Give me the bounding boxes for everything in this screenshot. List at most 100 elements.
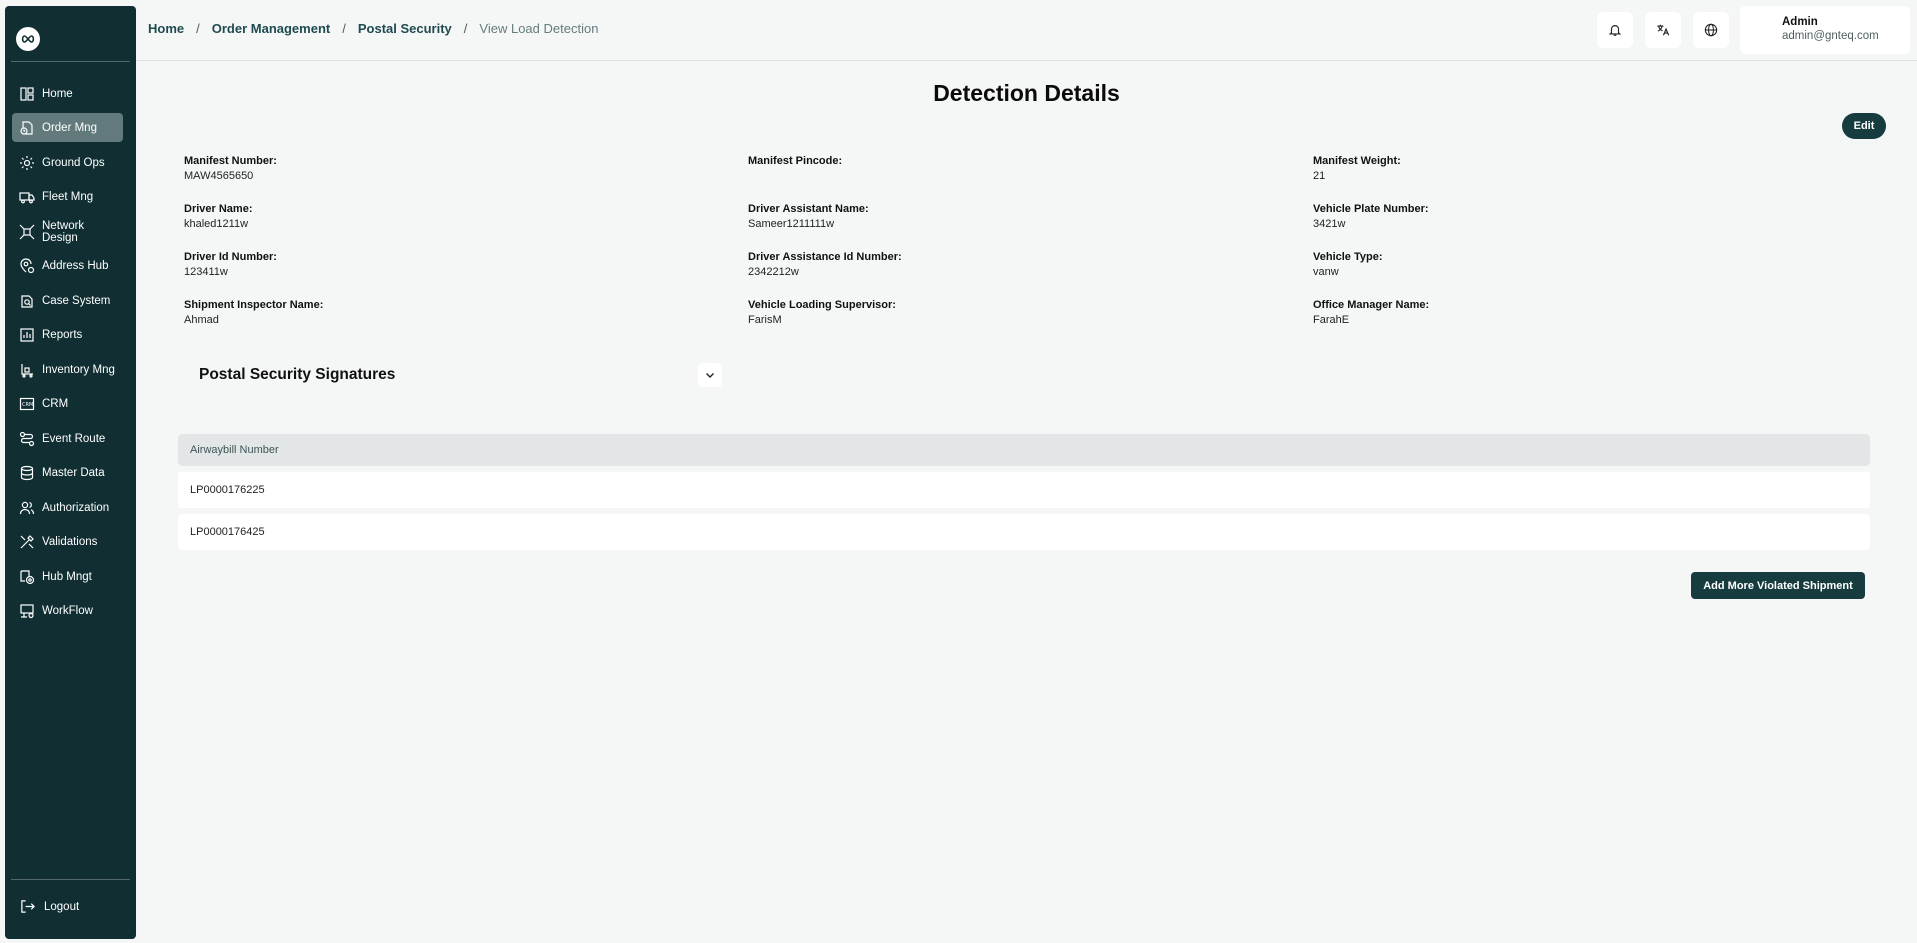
sidebar-item-ground-ops[interactable]: Ground Ops — [12, 148, 123, 177]
notifications-button[interactable] — [1597, 12, 1633, 48]
field-value: FarahE — [1313, 314, 1350, 326]
hub-icon — [19, 569, 35, 585]
field-label: Driver Assistant Name: — [748, 203, 869, 215]
field-value: vanw — [1313, 266, 1339, 278]
sidebar-item-crm[interactable]: CRM CRM — [12, 389, 123, 418]
sidebar-item-fleet-mng[interactable]: Fleet Mng — [12, 182, 123, 211]
sidebar-item-event-route[interactable]: Event Route — [12, 424, 123, 453]
field-label: Driver Name: — [184, 203, 253, 215]
translate-button[interactable] — [1645, 12, 1681, 48]
app-logo[interactable] — [16, 27, 40, 51]
sidebar-item-label: Fleet Mng — [42, 190, 94, 203]
page-title: Detection Details — [933, 80, 1120, 106]
sidebar-item-workflow[interactable]: WorkFlow — [12, 596, 123, 625]
breadcrumb-separator: / — [196, 21, 200, 36]
field-value: 21 — [1313, 170, 1326, 182]
sidebar-item-case-system[interactable]: Case System — [12, 286, 123, 315]
sidebar-item-label: Hub Mngt — [42, 570, 92, 583]
sidebar-item-label: Validations — [42, 535, 98, 548]
field-label: Shipment Inspector Name: — [184, 299, 324, 311]
sidebar-item-validations[interactable]: Validations — [12, 527, 123, 556]
sidebar-item-label: Address Hub — [42, 259, 109, 272]
logout-label: Logout — [44, 900, 80, 913]
field-driver-id-number: Driver Id Number: 123411w — [184, 250, 277, 280]
table-cell-airwaybill: LP0000176425 — [190, 526, 265, 538]
field-driver-name: Driver Name: khaled1211w — [184, 202, 252, 232]
inventory-icon — [19, 362, 35, 378]
users-icon — [19, 500, 35, 516]
table-cell-airwaybill: LP0000176225 — [190, 484, 265, 496]
home-icon — [19, 86, 35, 102]
logout-button[interactable]: Logout — [20, 899, 79, 914]
field-label: Driver Assistance Id Number: — [748, 251, 902, 263]
sidebar-item-hub-mngt[interactable]: Hub Mngt — [12, 562, 123, 591]
bell-icon — [1608, 25, 1622, 36]
field-shipment-inspector-name: Shipment Inspector Name: Ahmad — [184, 298, 323, 328]
sidebar-divider — [11, 879, 130, 880]
sidebar-item-label: Home — [42, 87, 73, 100]
sidebar-item-address-hub[interactable]: Address Hub — [12, 251, 123, 280]
sidebar-item-order-mng[interactable]: Order Mng — [12, 113, 123, 142]
crm-icon: CRM — [19, 396, 35, 412]
order-icon — [19, 120, 35, 136]
field-label: Manifest Number: — [184, 155, 277, 167]
field-manifest-weight: Manifest Weight: 21 — [1313, 154, 1401, 184]
field-value: khaled1211w — [184, 218, 249, 230]
field-label: Vehicle Type: — [1313, 251, 1383, 263]
sidebar-item-home[interactable]: Home — [12, 79, 123, 108]
breadcrumb-current: View Load Detection — [479, 21, 599, 36]
case-icon — [19, 293, 35, 309]
field-value: Ahmad — [184, 314, 219, 326]
sidebar-divider — [11, 61, 130, 62]
edit-button[interactable]: Edit — [1842, 113, 1886, 139]
breadcrumb-separator: / — [342, 21, 346, 36]
sidebar-item-label: Inventory Mng — [42, 363, 115, 376]
breadcrumb-separator: / — [463, 21, 468, 36]
field-office-manager-name: Office Manager Name: FarahE — [1313, 298, 1429, 328]
breadcrumb: Home / Order Management / Postal Securit… — [148, 21, 598, 36]
sidebar-item-label: WorkFlow — [42, 604, 93, 617]
table-row[interactable]: LP0000176425 — [178, 514, 1870, 550]
field-value: 3421w — [1313, 218, 1346, 230]
user-menu[interactable]: Admin admin@gnteq.com — [1740, 6, 1910, 54]
field-label: Vehicle Loading Supervisor: — [748, 299, 896, 311]
sidebar-item-master-data[interactable]: Master Data — [12, 458, 123, 487]
field-driver-assistance-id-number: Driver Assistance Id Number: 2342212w — [748, 250, 902, 280]
field-value: MAW4565650 — [184, 170, 254, 182]
ground-ops-icon — [19, 155, 35, 171]
sidebar-item-network-design[interactable]: Network Design — [12, 217, 123, 246]
sidebar-item-authorization[interactable]: Authorization — [12, 493, 123, 522]
field-label: Vehicle Plate Number: — [1313, 203, 1429, 215]
field-label: Manifest Pincode: — [748, 155, 843, 167]
field-vehicle-loading-supervisor: Vehicle Loading Supervisor: FarisM — [748, 298, 896, 328]
field-manifest-number: Manifest Number: MAW4565650 — [184, 154, 277, 184]
sidebar-item-label: Authorization — [42, 501, 110, 514]
sidebar-item-label: Case System — [42, 294, 111, 307]
add-violated-shipment-button[interactable]: Add More Violated Shipment — [1691, 572, 1865, 599]
sidebar-item-label: Order Mng — [42, 121, 97, 134]
logout-icon — [20, 899, 35, 914]
signatures-section-title[interactable]: Postal Security Signatures — [199, 366, 395, 384]
workflow-icon — [19, 603, 35, 619]
sidebar-item-label: Network Design — [42, 219, 85, 244]
breadcrumb-postal-security[interactable]: Postal Security — [358, 21, 452, 36]
breadcrumb-order-management[interactable]: Order Management — [212, 21, 330, 36]
sidebar-item-reports[interactable]: Reports — [12, 320, 123, 349]
language-button[interactable] — [1693, 12, 1729, 48]
translate-icon — [1657, 24, 1670, 36]
globe-icon — [1704, 23, 1718, 37]
table-row[interactable]: LP0000176225 — [178, 472, 1870, 508]
user-name: Admin — [1782, 16, 1818, 28]
reports-icon — [19, 327, 35, 343]
field-label: Office Manager Name: — [1313, 299, 1430, 311]
signatures-toggle-button[interactable] — [698, 363, 722, 387]
top-bar: Home / Order Management / Postal Securit… — [136, 0, 1917, 61]
field-value: Sameer1211111w — [748, 218, 835, 230]
svg-text:CRM: CRM — [22, 402, 33, 408]
breadcrumb-home[interactable]: Home — [148, 21, 184, 36]
sidebar-item-inventory-mng[interactable]: Inventory Mng — [12, 355, 123, 384]
validations-icon — [19, 534, 35, 550]
chevron-down-icon — [706, 373, 714, 378]
field-value: 123411w — [184, 266, 228, 278]
field-label: Manifest Weight: — [1313, 155, 1401, 167]
